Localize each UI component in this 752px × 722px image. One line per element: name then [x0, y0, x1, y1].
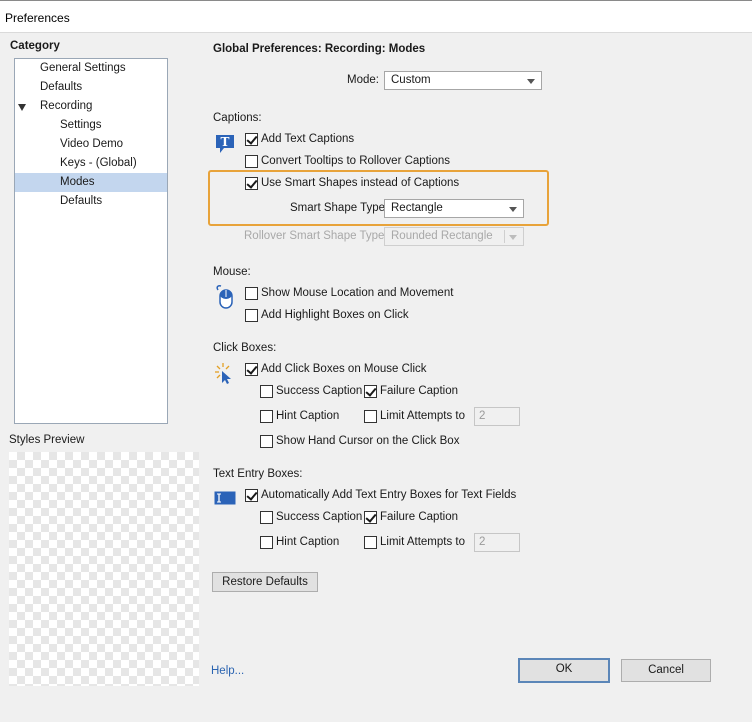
- convert-tooltips-checkbox[interactable]: [245, 155, 258, 168]
- tree-item-label: General Settings: [40, 62, 126, 74]
- chevron-down-icon: [509, 235, 517, 240]
- text-success-caption-checkbox[interactable]: [260, 511, 273, 524]
- add-text-captions-checkbox[interactable]: [245, 133, 258, 146]
- text-failure-caption-label: Failure Caption: [380, 511, 458, 523]
- page-title: Global Preferences: Recording: Modes: [213, 43, 426, 55]
- text-hint-caption-checkbox[interactable]: [260, 536, 273, 549]
- rollover-smart-shape-type-value: Rounded Rectangle: [391, 230, 493, 242]
- tree-item-keys-global[interactable]: Keys - (Global): [15, 154, 167, 173]
- help-link[interactable]: Help...: [211, 665, 244, 677]
- click-limit-attempts-checkbox[interactable]: [364, 410, 377, 423]
- click-success-caption-label: Success Caption: [276, 385, 363, 397]
- tree-item-recording-settings[interactable]: Settings: [15, 116, 167, 135]
- click-boxes-heading: Click Boxes:: [213, 342, 277, 354]
- smart-shape-type-value: Rectangle: [391, 202, 443, 214]
- text-limit-attempts-label: Limit Attempts to: [380, 536, 466, 548]
- add-click-boxes-label: Add Click Boxes on Mouse Click: [261, 363, 427, 375]
- tree-item-label: Modes: [60, 176, 95, 188]
- category-tree[interactable]: General Settings Defaults Recording Sett…: [14, 58, 168, 424]
- tree-item-label: Video Demo: [60, 138, 124, 150]
- click-success-caption-checkbox[interactable]: [260, 385, 273, 398]
- text-limit-attempts-checkbox[interactable]: [364, 536, 377, 549]
- tree-item-label: Settings: [60, 119, 102, 131]
- add-click-boxes-checkbox[interactable]: [245, 363, 258, 376]
- show-hand-cursor-label: Show Hand Cursor on the Click Box: [276, 435, 460, 447]
- styles-preview: [9, 452, 199, 686]
- click-hint-caption-checkbox[interactable]: [260, 410, 273, 423]
- show-mouse-location-label: Show Mouse Location and Movement: [261, 287, 454, 299]
- click-limit-attempts-input[interactable]: 2: [474, 407, 520, 426]
- text-entry-boxes-heading: Text Entry Boxes:: [213, 468, 303, 480]
- show-hand-cursor-checkbox[interactable]: [260, 435, 273, 448]
- tree-item-video-demo[interactable]: Video Demo: [15, 135, 167, 154]
- show-mouse-location-checkbox[interactable]: [245, 287, 258, 300]
- category-heading: Category: [10, 40, 60, 52]
- tree-item-general-settings[interactable]: General Settings: [15, 59, 167, 78]
- click-failure-caption-label: Failure Caption: [380, 385, 458, 397]
- chevron-down-icon: [509, 207, 517, 212]
- restore-defaults-button[interactable]: Restore Defaults: [212, 572, 318, 592]
- tree-item-label: Recording: [40, 100, 93, 112]
- click-hint-caption-label: Hint Caption: [276, 410, 340, 422]
- auto-add-text-entry-label: Automatically Add Text Entry Boxes for T…: [261, 489, 517, 501]
- add-highlight-boxes-checkbox[interactable]: [245, 309, 258, 322]
- auto-add-text-entry-checkbox[interactable]: [245, 489, 258, 502]
- add-text-captions-label: Add Text Captions: [261, 133, 355, 145]
- text-success-caption-label: Success Caption: [276, 511, 363, 523]
- expand-arrow-icon[interactable]: [18, 104, 26, 111]
- captions-heading: Captions:: [213, 112, 262, 124]
- mode-label: Mode:: [347, 74, 379, 86]
- smart-shape-type-select[interactable]: Rectangle: [384, 199, 524, 218]
- cancel-button[interactable]: Cancel: [621, 659, 711, 682]
- svg-text:T: T: [221, 135, 230, 149]
- chevron-down-icon: [527, 79, 535, 84]
- use-smart-shapes-checkbox[interactable]: [245, 177, 258, 190]
- tree-item-recording[interactable]: Recording: [15, 97, 167, 116]
- smart-shape-type-label: Smart Shape Type: [290, 202, 386, 214]
- tree-item-label: Defaults: [40, 81, 83, 93]
- tree-item-recording-defaults[interactable]: Defaults: [15, 192, 167, 211]
- click-limit-attempts-label: Limit Attempts to: [380, 410, 466, 422]
- mouse-heading: Mouse:: [213, 266, 251, 278]
- mode-value: Custom: [391, 74, 431, 86]
- tree-item-modes[interactable]: Modes: [15, 173, 167, 192]
- styles-preview-label: Styles Preview: [9, 434, 85, 446]
- title-bar: Preferences: [0, 0, 752, 33]
- mode-select[interactable]: Custom: [384, 71, 542, 90]
- text-hint-caption-label: Hint Caption: [276, 536, 340, 548]
- ok-button[interactable]: OK: [518, 658, 610, 683]
- window-title: Preferences: [5, 11, 70, 25]
- text-caption-icon: T: [216, 135, 234, 153]
- text-entry-box-icon: [214, 491, 236, 505]
- tree-item-label: Keys - (Global): [60, 157, 137, 169]
- click-failure-caption-checkbox[interactable]: [364, 385, 377, 398]
- text-limit-attempts-input[interactable]: 2: [474, 533, 520, 552]
- rollover-smart-shape-type-label: Rollover Smart Shape Type: [244, 230, 385, 242]
- mouse-icon: [216, 285, 233, 309]
- rollover-smart-shape-type-select: Rounded Rectangle: [384, 227, 524, 246]
- dropdown-separator: [504, 230, 505, 243]
- use-smart-shapes-label: Use Smart Shapes instead of Captions: [261, 177, 460, 189]
- convert-tooltips-label: Convert Tooltips to Rollover Captions: [261, 155, 450, 167]
- text-failure-caption-checkbox[interactable]: [364, 511, 377, 524]
- add-highlight-boxes-label: Add Highlight Boxes on Click: [261, 309, 409, 321]
- tree-item-defaults[interactable]: Defaults: [15, 78, 167, 97]
- tree-item-label: Defaults: [60, 195, 103, 207]
- click-box-icon: [215, 363, 231, 384]
